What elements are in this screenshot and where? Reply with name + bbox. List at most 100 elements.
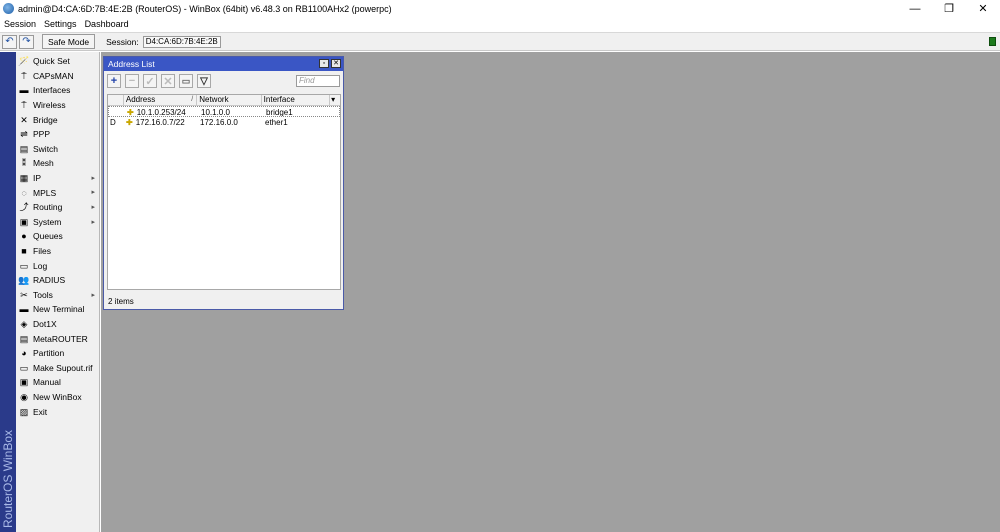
minimize-button[interactable]: — bbox=[898, 0, 932, 17]
wand-icon: 🪄 bbox=[18, 56, 30, 67]
row-network: 172.16.0.0 bbox=[200, 118, 238, 127]
sidebar-item-dot1x[interactable]: ◈ Dot1X bbox=[16, 317, 99, 332]
menu-session[interactable]: Session bbox=[4, 19, 36, 29]
sidebar-item-label: Wireless bbox=[33, 100, 66, 111]
sidebar-item-wireless[interactable]: ⍑ Wireless bbox=[16, 98, 99, 113]
sidebar-item-mpls[interactable]: ◌ MPLS ▸ bbox=[16, 185, 99, 200]
title-bar: admin@D4:CA:6D:7B:4E:2B (RouterOS) - Win… bbox=[0, 0, 1000, 17]
sidebar-item-queues[interactable]: ● Queues bbox=[16, 229, 99, 244]
sidebar-item-label: Interfaces bbox=[33, 85, 71, 96]
sidebar-item-label: Manual bbox=[33, 377, 61, 388]
sidebar-item-exit[interactable]: ▨ Exit bbox=[16, 404, 99, 419]
submenu-arrow-icon: ▸ bbox=[91, 291, 95, 299]
sidebar-item-label: New Terminal bbox=[33, 304, 85, 315]
row-flag bbox=[109, 107, 125, 116]
menu-dashboard[interactable]: Dashboard bbox=[85, 19, 129, 29]
sidebar-item-capsman[interactable]: ⍑ CAPsMAN bbox=[16, 69, 99, 84]
sidebar-item-label: IP bbox=[33, 173, 42, 184]
partition-icon: ◕ bbox=[21, 348, 27, 359]
column-header-interface[interactable]: Interface bbox=[262, 95, 331, 105]
column-header-address[interactable]: Address / bbox=[124, 95, 198, 105]
sidebar-item-files[interactable]: ■ Files bbox=[16, 244, 99, 259]
system-icon: ▣ bbox=[19, 216, 29, 227]
metarouter-icon: ▤ bbox=[19, 333, 29, 344]
ip-icon: ▦ bbox=[19, 173, 29, 184]
sidebar-item-label: Log bbox=[33, 260, 48, 271]
address-list-toolbar: + − ✓ ✕ ▭ ▽ Find bbox=[104, 71, 343, 91]
sidebar-item-make-supout-rif[interactable]: ▭ Make Supout.rif bbox=[16, 360, 99, 375]
find-input[interactable]: Find bbox=[296, 75, 340, 87]
ppp-icon: ⇌ bbox=[20, 129, 28, 140]
switch-icon: ▤ bbox=[19, 143, 29, 154]
sidebar-item-log[interactable]: ▭ Log bbox=[16, 258, 99, 273]
row-interface: bridge1 bbox=[266, 108, 293, 116]
bridge-icon: ✕ bbox=[20, 114, 28, 125]
wireless-icon: ⍑ bbox=[21, 100, 27, 111]
sidebar-item-label: PPP bbox=[33, 129, 51, 140]
sidebar-item-metarouter[interactable]: ▤ MetaROUTER bbox=[16, 331, 99, 346]
table-row[interactable]: D ✚ 172.16.0.7/22 172.16.0.0 ether1 bbox=[108, 117, 340, 128]
radius-icon: 👥 bbox=[18, 275, 30, 286]
sidebar-item-ip[interactable]: ▦ IP ▸ bbox=[16, 171, 99, 186]
window-controls: — ❐ ✕ bbox=[898, 0, 1000, 17]
sidebar-item-label: Queues bbox=[33, 231, 63, 242]
address-list-title: Address List bbox=[108, 59, 155, 69]
session-field[interactable]: D4:CA:6D:7B:4E:2B bbox=[142, 35, 221, 48]
sidebar-item-partition[interactable]: ◕ Partition bbox=[16, 346, 99, 361]
terminal-icon: ▬ bbox=[19, 304, 29, 315]
menu-settings[interactable]: Settings bbox=[44, 19, 77, 29]
sidebar-item-quick-set[interactable]: 🪄 Quick Set bbox=[16, 54, 99, 69]
address-table: Address / Network Interface ▾ ✚ 10.1.0.253… bbox=[107, 94, 341, 290]
sidebar-item-new-terminal[interactable]: ▬ New Terminal bbox=[16, 302, 99, 317]
manual-icon: ▣ bbox=[19, 377, 29, 388]
safe-mode-button[interactable]: Safe Mode bbox=[42, 34, 96, 49]
row-address: ✚ 172.16.0.7/22 bbox=[124, 117, 198, 128]
column-address-label: Address bbox=[125, 95, 156, 104]
submenu-arrow-icon: ▸ bbox=[91, 189, 95, 197]
column-menu-icon[interactable]: ▾ bbox=[330, 95, 340, 105]
sidebar-item-label: MetaROUTER bbox=[33, 333, 88, 344]
maximize-window-icon[interactable]: ▫ bbox=[319, 59, 329, 68]
sidebar-item-label: Files bbox=[33, 246, 51, 257]
undo-button[interactable]: ↶ bbox=[2, 34, 17, 49]
sidebar-item-ppp[interactable]: ⇌ PPP bbox=[16, 127, 99, 142]
row-address-text: 172.16.0.7/22 bbox=[135, 118, 185, 127]
add-icon[interactable]: + bbox=[107, 74, 121, 88]
sidebar-item-label: Mesh bbox=[33, 158, 54, 169]
redo-button[interactable]: ↷ bbox=[19, 34, 34, 49]
remove-icon[interactable]: − bbox=[125, 74, 139, 88]
column-header-network[interactable]: Network bbox=[197, 95, 262, 105]
sidebar-item-bridge[interactable]: ✕ Bridge bbox=[16, 112, 99, 127]
sidebar-item-label: Routing bbox=[33, 202, 63, 213]
address-list-titlebar[interactable]: Address List ▫ ✕ bbox=[104, 57, 343, 71]
column-header-flags[interactable] bbox=[108, 95, 124, 105]
sidebar-item-radius[interactable]: 👥 RADIUS bbox=[16, 273, 99, 288]
ip-address-icon: ✚ bbox=[127, 108, 134, 116]
enable-icon[interactable]: ✓ bbox=[143, 74, 157, 88]
window-title: admin@D4:CA:6D:7B:4E:2B (RouterOS) - Win… bbox=[18, 3, 392, 14]
sidebar-item-new-winbox[interactable]: ◉ New WinBox bbox=[16, 390, 99, 405]
disable-icon[interactable]: ✕ bbox=[161, 74, 175, 88]
winbox-icon: ◉ bbox=[20, 391, 28, 402]
sidebar-item-tools[interactable]: ✂ Tools ▸ bbox=[16, 288, 99, 303]
restore-button[interactable]: ❐ bbox=[932, 0, 966, 17]
sidebar-item-switch[interactable]: ▤ Switch bbox=[16, 142, 99, 157]
close-window-icon[interactable]: ✕ bbox=[331, 59, 341, 68]
item-count: 2 items bbox=[108, 297, 134, 306]
ip-address-icon: ✚ bbox=[126, 118, 133, 127]
sidebar-item-interfaces[interactable]: ▬ Interfaces bbox=[16, 83, 99, 98]
address-list-window: Address List ▫ ✕ + − ✓ ✕ ▭ ▽ Find Addres… bbox=[103, 56, 344, 310]
filter-icon[interactable]: ▽ bbox=[197, 74, 211, 88]
sidebar-item-label: Switch bbox=[33, 143, 59, 154]
sidebar-item-mesh[interactable]: ⁑ Mesh bbox=[16, 156, 99, 171]
sidebar-item-manual[interactable]: ▣ Manual bbox=[16, 375, 99, 390]
submenu-arrow-icon: ▸ bbox=[91, 174, 95, 182]
sidebar-item-system[interactable]: ▣ System ▸ bbox=[16, 215, 99, 230]
close-button[interactable]: ✕ bbox=[966, 0, 1000, 17]
table-row[interactable]: ✚ 10.1.0.253/24 10.1.0.0 bridge1 bbox=[108, 106, 340, 117]
sidebar-item-label: Exit bbox=[33, 406, 48, 417]
antenna-icon: ⍑ bbox=[21, 70, 27, 81]
sidebar-item-routing[interactable]: ⤴ Routing ▸ bbox=[16, 200, 99, 215]
table-body: ✚ 10.1.0.253/24 10.1.0.0 bridge1 D ✚ 172.16.0.… bbox=[108, 106, 340, 128]
comment-icon[interactable]: ▭ bbox=[179, 74, 193, 88]
